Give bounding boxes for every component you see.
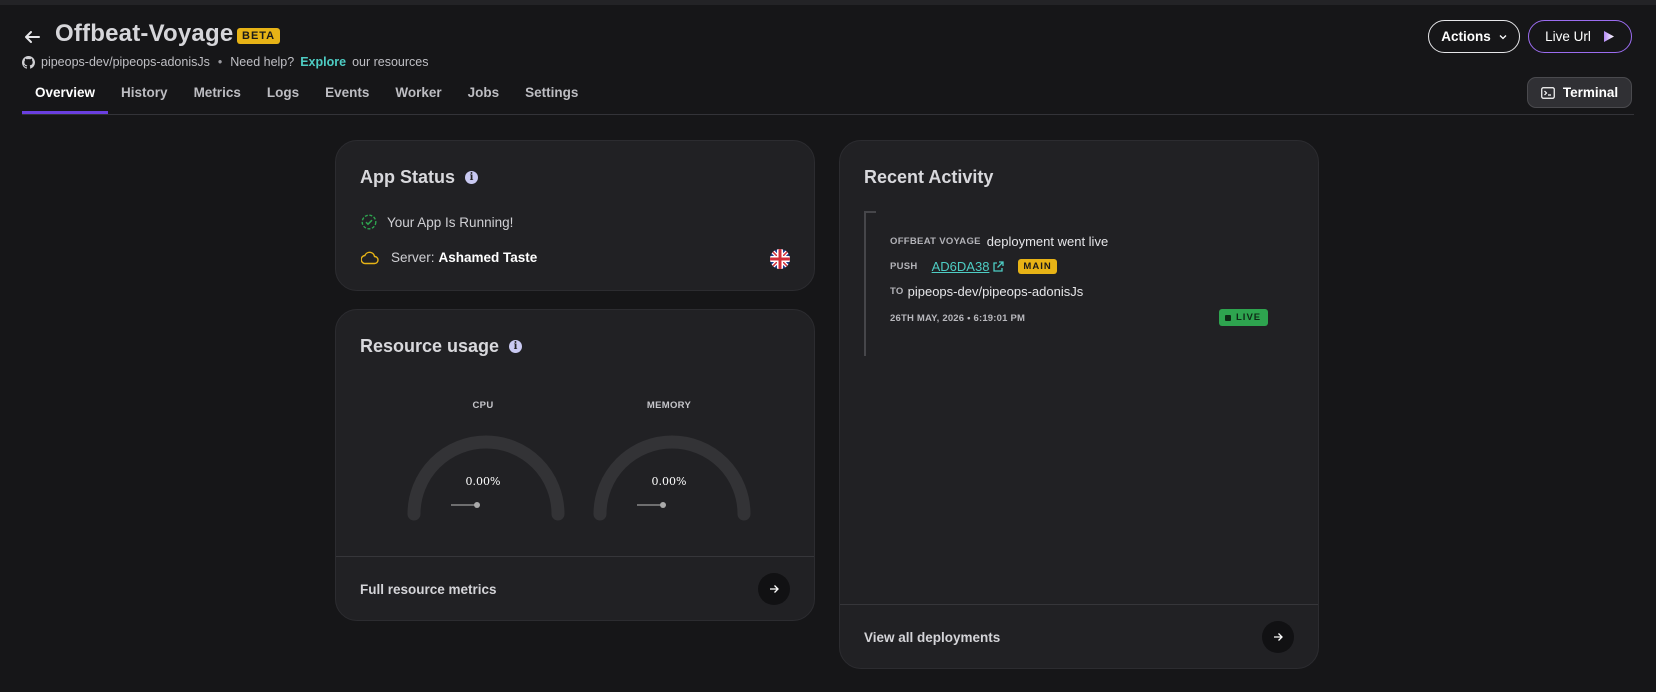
timeline-tick: [864, 211, 876, 213]
cpu-value: 0.00%: [465, 475, 501, 488]
activity-timestamp: 26TH MAY, 2026 • 6:19:01 PM: [890, 313, 1026, 324]
terminal-icon: [1541, 86, 1555, 99]
card-divider: [336, 556, 814, 557]
explore-link[interactable]: Explore: [300, 55, 346, 69]
tab-bar: Overview History Metrics Logs Events Wor…: [22, 80, 591, 114]
activity-target-row: TO pipeops-dev/pipeops-adonisJs: [890, 284, 1083, 299]
server-row: Server: Ashamed Taste: [361, 250, 537, 265]
arrow-right-icon[interactable]: [758, 573, 790, 605]
timeline-line: [864, 211, 866, 356]
cloud-icon: [361, 251, 379, 264]
cpu-gauge: [407, 435, 565, 521]
check-circle-icon: [361, 214, 377, 230]
tab-jobs[interactable]: Jobs: [455, 80, 513, 114]
top-strip: [0, 0, 1656, 5]
push-label: PUSH: [890, 261, 918, 272]
target-repo: pipeops-dev/pipeops-adonisJs: [907, 284, 1084, 299]
back-arrow-icon[interactable]: [20, 25, 44, 49]
app-status-card: App Status i Your App Is Running! Server…: [335, 140, 815, 291]
chevron-down-icon: [1499, 34, 1507, 39]
activity-event: deployment went live: [986, 234, 1109, 249]
repo-name[interactable]: pipeops-dev/pipeops-adonisJs: [41, 55, 210, 69]
beta-badge: BETA: [237, 28, 281, 44]
arrow-right-icon[interactable]: [1262, 621, 1294, 653]
help-prefix: Need help?: [230, 55, 295, 69]
recent-activity-title: Recent Activity: [864, 167, 994, 187]
app-status-heading: App Status i: [360, 167, 479, 188]
info-icon[interactable]: i: [465, 171, 479, 184]
repo-subline: pipeops-dev/pipeops-adonisJs • Need help…: [22, 55, 429, 69]
actions-button[interactable]: Actions: [1428, 20, 1520, 53]
tab-settings[interactable]: Settings: [512, 80, 591, 114]
recent-activity-card: Recent Activity OFFBEAT VOYAGE deploymen…: [839, 140, 1319, 669]
uk-flag-icon: [770, 249, 790, 269]
live-url-label: Live Url: [1545, 29, 1591, 44]
live-status-badge: LIVE: [1219, 309, 1269, 326]
resource-usage-card: Resource usage i CPU 0.00% MEMORY 0.00% …: [335, 309, 815, 621]
terminal-label: Terminal: [1562, 85, 1619, 100]
play-icon: [1603, 31, 1614, 42]
github-icon: [22, 55, 35, 69]
memory-gauge: [593, 435, 751, 521]
terminal-button[interactable]: Terminal: [1527, 77, 1632, 108]
activity-push-row: PUSH AD6DA38 MAIN: [890, 259, 1057, 274]
tab-worker[interactable]: Worker: [382, 80, 454, 114]
running-status: Your App Is Running!: [361, 214, 513, 230]
to-label: TO: [890, 286, 904, 297]
resource-usage-heading: Resource usage i: [360, 336, 523, 357]
commit-link[interactable]: AD6DA38: [932, 259, 990, 274]
full-resource-metrics-link[interactable]: Full resource metrics: [360, 582, 497, 597]
resource-usage-title: Resource usage: [360, 336, 500, 356]
running-text: Your App Is Running!: [387, 214, 514, 230]
card-divider: [840, 604, 1318, 605]
page-title: Offbeat-Voyage: [55, 20, 234, 47]
live-url-button[interactable]: Live Url: [1528, 20, 1632, 53]
tab-overview[interactable]: Overview: [22, 80, 109, 114]
external-link-icon[interactable]: [992, 260, 1005, 273]
branch-badge: MAIN: [1018, 259, 1057, 274]
actions-label: Actions: [1441, 29, 1491, 44]
memory-label: MEMORY: [646, 400, 692, 411]
server-name: Ashamed Taste: [438, 250, 538, 265]
tabs-divider: [22, 114, 1634, 115]
server-label: Server:: [391, 250, 435, 265]
help-suffix: our resources: [352, 55, 429, 69]
tab-metrics[interactable]: Metrics: [181, 80, 254, 114]
cpu-label: CPU: [472, 400, 494, 411]
view-all-deployments-link[interactable]: View all deployments: [864, 630, 1000, 645]
app-status-title: App Status: [360, 167, 456, 187]
info-icon[interactable]: i: [509, 340, 523, 353]
activity-headline: OFFBEAT VOYAGE deployment went live: [890, 234, 1108, 249]
tab-history[interactable]: History: [108, 80, 181, 114]
tab-logs[interactable]: Logs: [254, 80, 312, 114]
live-dot-icon: [1225, 314, 1231, 321]
separator-dot: •: [217, 55, 223, 69]
tab-events[interactable]: Events: [312, 80, 382, 114]
activity-app-name: OFFBEAT VOYAGE: [890, 236, 981, 247]
memory-value: 0.00%: [651, 475, 687, 488]
live-status-text: LIVE: [1236, 312, 1262, 323]
